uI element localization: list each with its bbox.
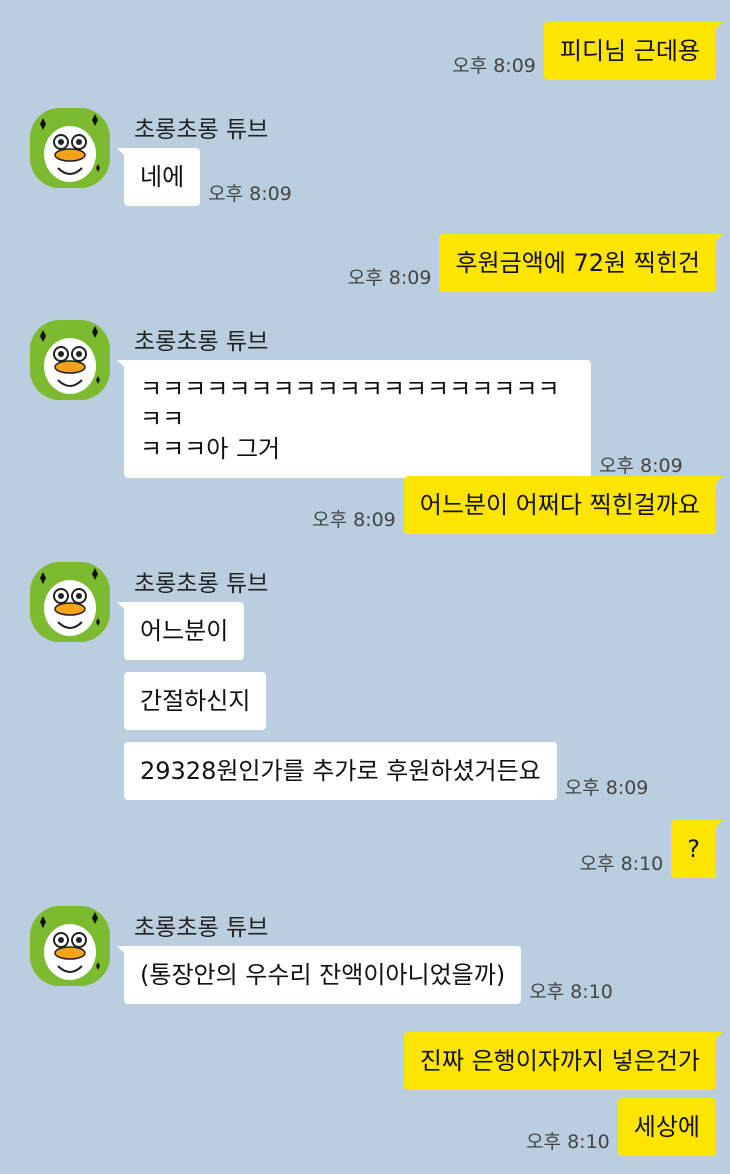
incoming-message-group: 초롱초롱 튜브 네에 오후 8:09: [30, 108, 710, 218]
duck-icon: [30, 108, 110, 188]
incoming-bubble[interactable]: (통장안의 우수리 잔액이아니었을까): [116, 946, 522, 1004]
incoming-message-group: 초롱초롱 튜브 (통장안의 우수리 잔액이아니었을까) 오후 8:10: [30, 906, 710, 1016]
incoming-message-group: 초롱초롱 튜브 ㅋㅋㅋㅋㅋㅋㅋㅋㅋㅋㅋㅋㅋㅋㅋㅋㅋㅋㅋㅋㅋ ㅋㅋㅋ아 그거 오후…: [30, 320, 710, 478]
duck-icon: [30, 906, 110, 986]
sender-name: 초롱초롱 튜브: [134, 571, 269, 597]
avatar[interactable]: [30, 108, 110, 188]
incoming-bubble[interactable]: 29328원인가를 추가로 후원하셨거든요: [124, 742, 557, 800]
message-time: 오후 8:10: [526, 1131, 610, 1153]
outgoing-bubble[interactable]: 세상에: [617, 1098, 716, 1156]
sender-name: 초롱초롱 튜브: [134, 117, 269, 143]
outgoing-message: 오후 8:09 어느분이 어쩌다 찍힌걸까요: [312, 476, 724, 534]
message-time: 오후 8:09: [452, 55, 536, 77]
avatar[interactable]: [30, 906, 110, 986]
outgoing-message: 오후 8:09 피디님 근데용: [452, 22, 724, 80]
outgoing-message: 오후 8:10 세상에: [526, 1098, 716, 1156]
incoming-bubble[interactable]: 네에: [116, 148, 201, 206]
outgoing-message: 오후 8:10 ?: [579, 820, 723, 878]
incoming-message-group: 초롱초롱 튜브 어느분이 간절하신지 29328원인가를 추가로 후원하셨거든요…: [30, 562, 710, 802]
incoming-bubble[interactable]: 간절하신지: [124, 672, 267, 730]
avatar[interactable]: [30, 562, 110, 642]
outgoing-message: 진짜 은행이자까지 넣은건가: [403, 1032, 724, 1090]
incoming-bubble[interactable]: ㅋㅋㅋㅋㅋㅋㅋㅋㅋㅋㅋㅋㅋㅋㅋㅋㅋㅋㅋㅋㅋ ㅋㅋㅋ아 그거: [117, 360, 591, 478]
outgoing-bubble[interactable]: 어느분이 어쩌다 찍힌걸까요: [403, 476, 724, 534]
incoming-bubble[interactable]: 어느분이: [116, 602, 245, 660]
sender-name: 초롱초롱 튜브: [134, 329, 269, 355]
message-time: 오후 8:09: [564, 777, 649, 799]
message-time: 오후 8:09: [208, 183, 292, 205]
outgoing-message: 오후 8:09 후원금액에 72원 찍힌건: [347, 234, 723, 292]
message-time: 오후 8:10: [579, 853, 664, 875]
duck-icon: [30, 320, 110, 400]
outgoing-bubble[interactable]: 진짜 은행이자까지 넣은건가: [403, 1032, 724, 1090]
outgoing-bubble[interactable]: 후원금액에 72원 찍힌건: [439, 234, 723, 292]
chat-area[interactable]: 오후 8:09 피디님 근데용 초롱초롱 튜브 네에 오후 8:09 오후 8:…: [0, 0, 730, 1174]
outgoing-bubble[interactable]: 피디님 근데용: [543, 22, 724, 80]
avatar[interactable]: [30, 320, 110, 400]
message-time: 오후 8:09: [347, 267, 432, 289]
message-time: 오후 8:09: [312, 509, 396, 531]
sender-name: 초롱초롱 튜브: [134, 915, 269, 941]
message-time: 오후 8:10: [529, 981, 613, 1003]
duck-icon: [30, 562, 110, 642]
message-time: 오후 8:09: [599, 455, 683, 477]
outgoing-bubble[interactable]: ?: [671, 820, 723, 878]
